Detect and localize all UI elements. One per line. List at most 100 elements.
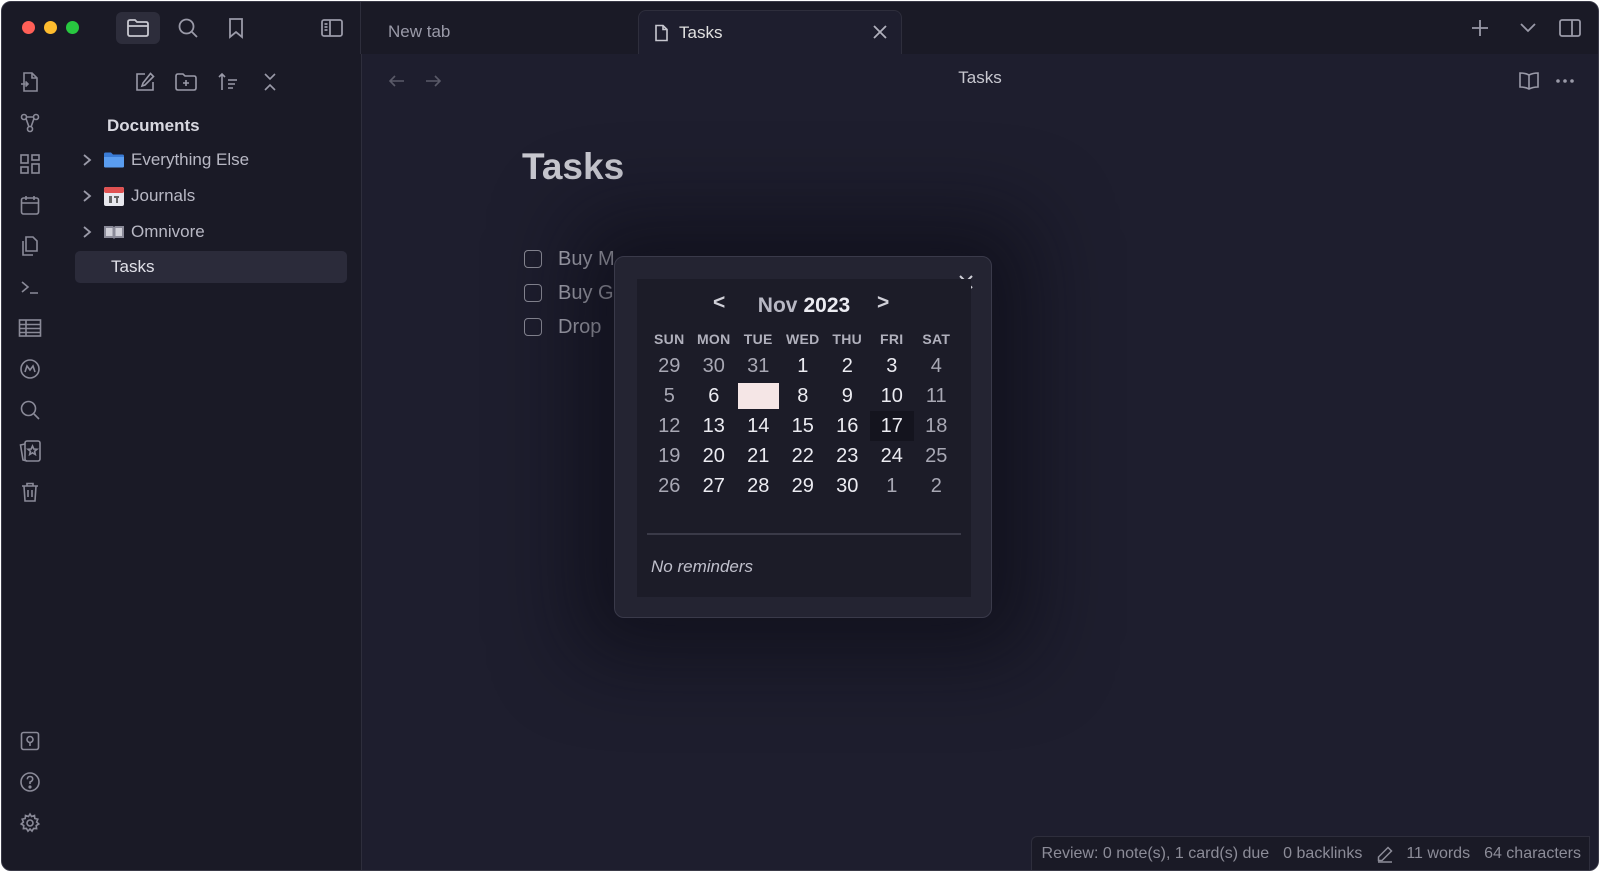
- daily-note-button[interactable]: [16, 191, 44, 219]
- view-header-title[interactable]: Tasks: [362, 68, 1598, 88]
- templates-button[interactable]: [16, 232, 44, 260]
- more-options-button[interactable]: [1552, 68, 1578, 94]
- close-tab-button[interactable]: [871, 23, 889, 41]
- zoom-window-button[interactable]: [66, 21, 79, 34]
- sidebar-item-tasks[interactable]: Tasks: [75, 251, 347, 283]
- chevron-right-icon[interactable]: [75, 153, 99, 167]
- tab-tasks[interactable]: Tasks: [638, 10, 902, 54]
- calendar-day[interactable]: 3: [870, 351, 915, 381]
- pencil-icon[interactable]: [1376, 845, 1394, 863]
- files-copy-icon: [22, 236, 38, 256]
- calendar-day[interactable]: 23: [825, 441, 870, 471]
- new-note-button[interactable]: [131, 68, 159, 96]
- trash-button[interactable]: [16, 478, 44, 506]
- calendar-day[interactable]: 17: [869, 411, 914, 441]
- task-text[interactable]: Buy G: [558, 282, 614, 305]
- toggle-right-sidebar-button[interactable]: [1548, 12, 1592, 44]
- review-status[interactable]: Review: 0 note(s), 1 card(s) due: [1042, 845, 1270, 863]
- sort-icon: [218, 72, 237, 90]
- calendar-day[interactable]: 7: [738, 383, 779, 409]
- table-button[interactable]: [16, 314, 44, 342]
- calendar-day[interactable]: 13: [692, 411, 737, 441]
- task-text[interactable]: Buy M: [558, 248, 615, 271]
- calendar-day[interactable]: 12: [647, 411, 692, 441]
- calendar-day[interactable]: 10: [870, 381, 915, 411]
- bookmarks-view-button[interactable]: [214, 12, 258, 44]
- collapse-all-button[interactable]: [256, 68, 284, 96]
- calendar-day[interactable]: 29: [781, 471, 826, 501]
- open-quick-switcher-button[interactable]: [16, 68, 44, 96]
- sidebar-item-journals[interactable]: Journals: [75, 180, 347, 212]
- titlebar-divider: [360, 2, 361, 54]
- calendar-day[interactable]: 2: [825, 351, 870, 381]
- weekday-label: SAT: [922, 331, 951, 347]
- task-checkbox[interactable]: [524, 250, 542, 268]
- minimize-window-button[interactable]: [44, 21, 57, 34]
- vault-name[interactable]: Documents: [107, 116, 200, 136]
- word-count: 11 words: [1406, 844, 1471, 862]
- calendar-day[interactable]: 19: [647, 441, 692, 471]
- calendar-day[interactable]: 18: [914, 411, 959, 441]
- calendar-day[interactable]: 14: [736, 411, 781, 441]
- calendar-divider: [647, 533, 961, 535]
- calendar-day[interactable]: 24: [870, 441, 915, 471]
- calendar-emoji-icon: [103, 185, 127, 207]
- calendar-day[interactable]: 1: [870, 471, 915, 501]
- calendar-day[interactable]: 15: [781, 411, 826, 441]
- chevron-right-icon[interactable]: [75, 225, 99, 239]
- sidebar-item-omnivore[interactable]: Omnivore: [75, 216, 347, 248]
- close-window-button[interactable]: [22, 21, 35, 34]
- status-bar: Review: 0 note(s), 1 card(s) due 0 backl…: [1030, 836, 1590, 870]
- calendar-grid: SUN MON TUE WED THU FRI SAT 29 30 31 1 2 3 4 5 6 7 8 9 10 11…: [647, 327, 959, 501]
- calendar-day[interactable]: 9: [825, 381, 870, 411]
- new-tab-button[interactable]: [1458, 12, 1502, 44]
- calendar-day[interactable]: 31: [736, 351, 781, 381]
- date-picker-modal: < Nov 2023 > SUN MON TUE WED THU FRI SAT 29 30 31…: [614, 256, 992, 618]
- calendar-day[interactable]: 6: [692, 381, 737, 411]
- reading-view-button[interactable]: [1516, 68, 1542, 94]
- search-view-button[interactable]: [166, 12, 210, 44]
- calendar-day[interactable]: 27: [692, 471, 737, 501]
- calendar-day[interactable]: 26: [647, 471, 692, 501]
- previous-month-button[interactable]: <: [713, 291, 725, 315]
- calendar-day[interactable]: 30: [692, 351, 737, 381]
- calendar-day[interactable]: 29: [647, 351, 692, 381]
- calendar-day[interactable]: 1: [781, 351, 826, 381]
- omnivore-button[interactable]: [16, 355, 44, 383]
- search-button[interactable]: [16, 396, 44, 424]
- files-view-button[interactable]: [116, 12, 160, 44]
- calendar-day[interactable]: 2: [914, 471, 959, 501]
- canvas-button[interactable]: [16, 150, 44, 178]
- calendar-day[interactable]: 8: [781, 381, 826, 411]
- sidebar-item-everything-else[interactable]: Everything Else: [75, 144, 347, 176]
- calendar-day[interactable]: 11: [914, 381, 959, 411]
- calendar-day[interactable]: 16: [825, 411, 870, 441]
- command-palette-button[interactable]: [16, 273, 44, 301]
- calendar-day[interactable]: 21: [736, 441, 781, 471]
- close-icon: [873, 25, 887, 39]
- task-checkbox[interactable]: [524, 284, 542, 302]
- calendar-day[interactable]: 28: [736, 471, 781, 501]
- calendar-day[interactable]: 25: [914, 441, 959, 471]
- weekday-label: FRI: [880, 331, 904, 347]
- chevron-right-icon[interactable]: [75, 189, 99, 203]
- task-text[interactable]: Drop: [558, 316, 601, 339]
- tab-list-button[interactable]: [1506, 12, 1550, 44]
- tab-new-tab[interactable]: New tab: [388, 10, 450, 54]
- calendar-day[interactable]: 22: [781, 441, 826, 471]
- new-folder-button[interactable]: [172, 68, 200, 96]
- help-button[interactable]: [16, 768, 44, 796]
- settings-button[interactable]: [16, 809, 44, 837]
- toggle-left-sidebar-button[interactable]: [310, 12, 354, 44]
- graph-view-button[interactable]: [16, 109, 44, 137]
- flashcards-button[interactable]: [16, 437, 44, 465]
- sort-button[interactable]: [214, 68, 242, 96]
- calendar-day[interactable]: 20: [692, 441, 737, 471]
- next-month-button[interactable]: >: [877, 291, 889, 315]
- open-vault-button[interactable]: [16, 727, 44, 755]
- calendar-day[interactable]: 30: [825, 471, 870, 501]
- calendar-day[interactable]: 5: [647, 381, 692, 411]
- task-checkbox[interactable]: [524, 318, 542, 336]
- calendar-day[interactable]: 4: [914, 351, 959, 381]
- backlinks-count[interactable]: 0 backlinks: [1283, 845, 1362, 863]
